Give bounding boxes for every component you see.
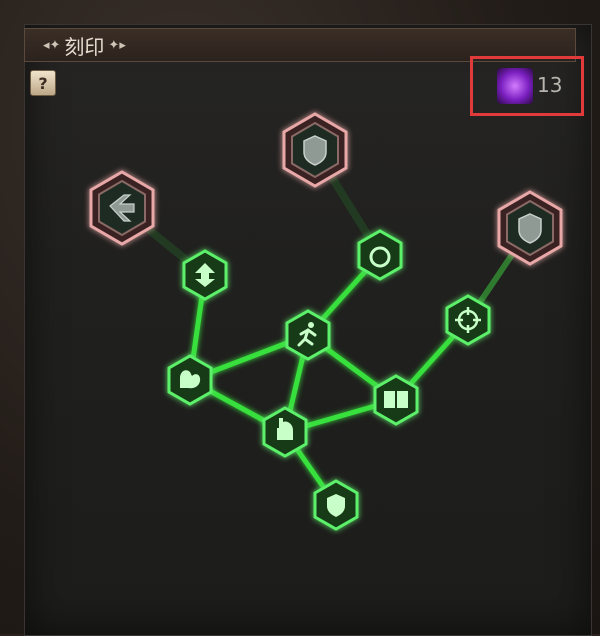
shield-icon: [303, 135, 327, 166]
node-top-shield[interactable]: [282, 112, 348, 188]
node-crosshair[interactable]: [445, 294, 491, 346]
node-fist[interactable]: [262, 406, 308, 458]
node-right-shield[interactable]: [497, 190, 563, 266]
node-runner[interactable]: [285, 309, 331, 361]
engraving-tree: [89, 112, 563, 531]
node-flex[interactable]: [167, 354, 213, 406]
shield-icon: [518, 213, 542, 244]
node-book[interactable]: [373, 374, 419, 426]
node-bottom-shield[interactable]: [313, 479, 359, 531]
node-swirl[interactable]: [357, 229, 403, 281]
node-up-arrows[interactable]: [182, 249, 228, 301]
node-left-arrow[interactable]: [89, 170, 155, 246]
